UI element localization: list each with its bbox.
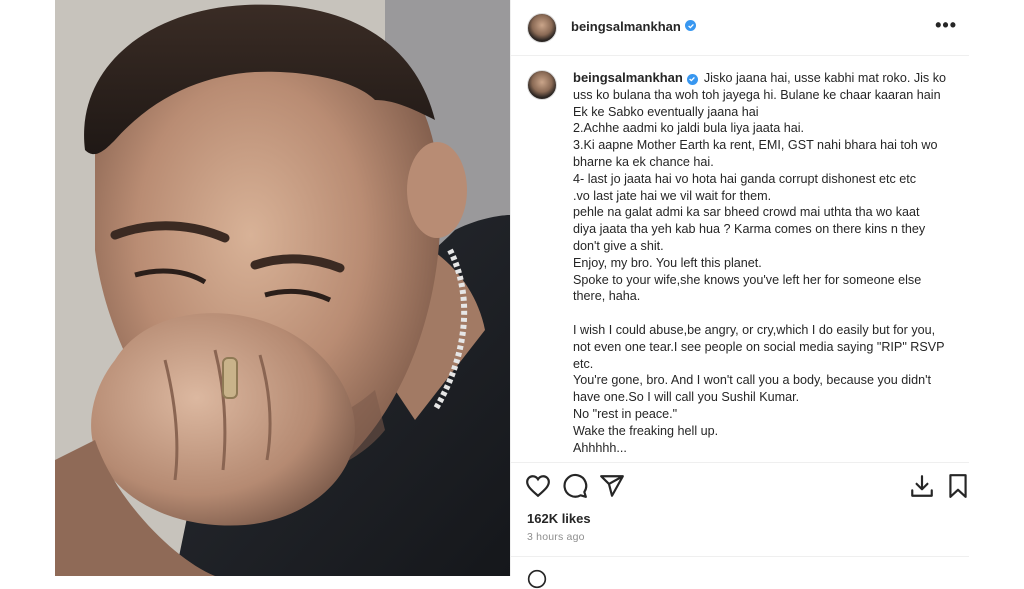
add-comment-row <box>511 556 969 589</box>
avatar[interactable] <box>527 13 557 43</box>
caption-text-line: No "rest in peace." <box>573 406 678 421</box>
caption-text-line: uss ko bulana tha woh toh jayega hi. Bul… <box>573 87 941 102</box>
caption-text-line: diya jaata tha yeh kab hua ? Karma comes… <box>573 222 926 237</box>
action-bar <box>511 462 969 508</box>
likes-count[interactable]: 162K likes <box>527 511 591 526</box>
post-caption: beingsalmankhan Jisko jaana hai, usse kab… <box>573 70 953 456</box>
more-icon[interactable]: ••• <box>935 15 957 36</box>
caption-text-line: 4- last jo jaata hai vo hota hai ganda c… <box>573 171 917 186</box>
man-covering-face-image <box>55 0 510 576</box>
caption-verified-badge-icon <box>686 73 698 85</box>
caption-text-line: etc. <box>573 356 594 371</box>
verified-badge-icon <box>685 20 696 31</box>
caption-text-line: Wake the freaking hell up. <box>573 423 719 438</box>
caption-text-line: .vo last jate hai we vil wait for them. <box>573 188 772 203</box>
caption-text-line: I wish I could abuse,be angry, or cry,wh… <box>573 322 936 337</box>
caption-text-line: pehle na galat admi ka sar bheed crowd m… <box>573 205 920 220</box>
caption-text-line: 3.Ki aapne Mother Earth ka rent, EMI, GS… <box>573 138 938 153</box>
caption-text-line: don't give a shit. <box>573 238 664 253</box>
caption-text-line: Spoke to your wife,she knows you've left… <box>573 272 922 287</box>
caption-text-line: You're gone, bro. And I won't call you a… <box>573 373 931 388</box>
comment-icon[interactable] <box>562 473 588 499</box>
caption-text-line: bharne ka ek chance hai. <box>573 154 714 169</box>
share-icon[interactable] <box>599 473 625 499</box>
caption-text-line: Enjoy, my bro. You left this planet. <box>573 255 762 270</box>
heart-icon[interactable] <box>525 473 551 499</box>
post-header: beingsalmankhan ••• <box>511 0 969 56</box>
caption-text-line: Jisko jaana hai, usse kabhi mat roko. Ji… <box>703 71 947 85</box>
caption-line-1: beingsalmankhan Jisko jaana hai, usse kab… <box>573 70 953 87</box>
post-panel: beingsalmankhan ••• beingsalmankhan Jisko… <box>510 0 969 589</box>
header-username[interactable]: beingsalmankhan <box>571 19 681 34</box>
caption-text-line: there, haha. <box>573 289 641 304</box>
caption-text-line: not even one tear.I see people on social… <box>573 339 945 354</box>
caption-text-line: have one.So I will call you Sushil Kumar… <box>573 390 800 405</box>
caption-text-line: 2.Achhe aadmi ko jaldi bula liya jaata h… <box>573 121 805 136</box>
caption-username[interactable]: beingsalmankhan <box>573 70 683 85</box>
caption-text-line: Ek ke Sabko eventually jaana hai <box>573 104 759 119</box>
download-icon[interactable] <box>909 473 935 499</box>
caption-avatar[interactable] <box>527 70 557 100</box>
post-timestamp[interactable]: 3 hours ago <box>527 531 585 543</box>
post-photo <box>55 0 510 576</box>
bookmark-icon[interactable] <box>945 473 971 499</box>
caption-text-line: Ahhhhh... <box>573 440 627 455</box>
emoji-icon[interactable] <box>527 569 547 589</box>
page-frame: beingsalmankhan ••• beingsalmankhan Jisko… <box>0 0 1024 589</box>
